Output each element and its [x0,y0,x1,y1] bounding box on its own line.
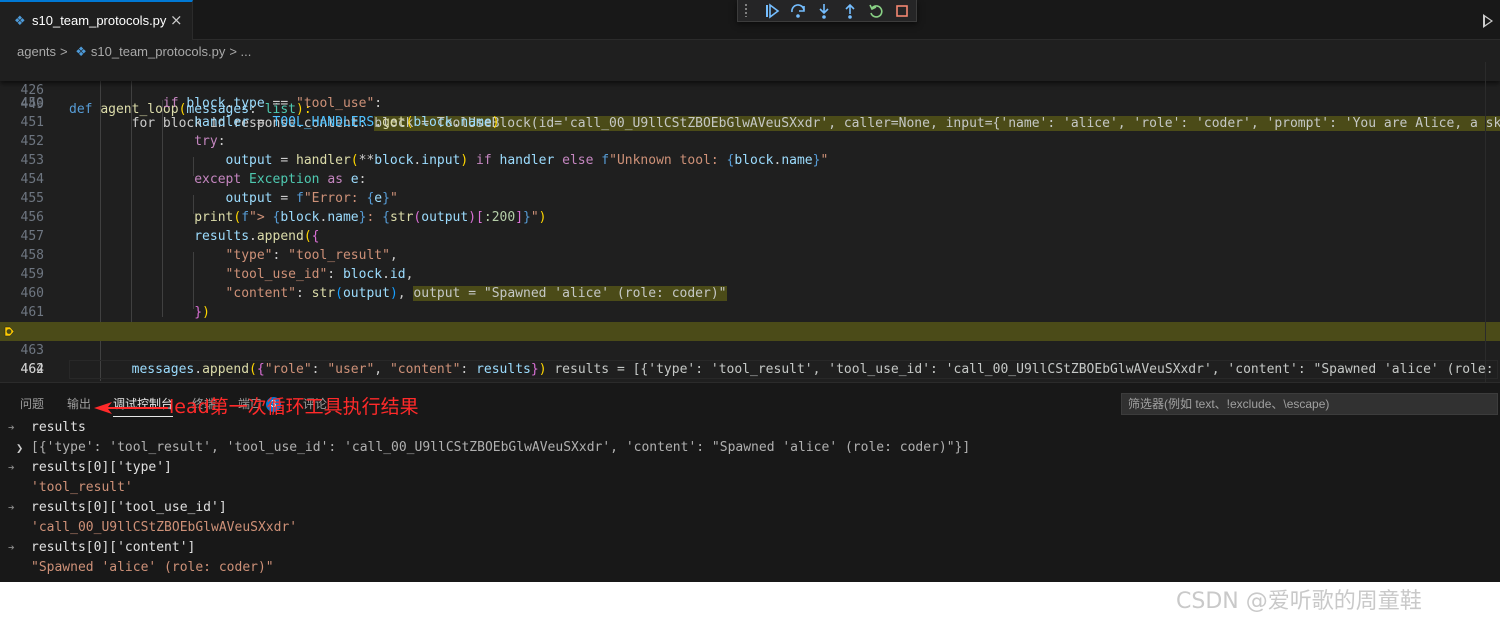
code-line-460[interactable]: 460 "content": str(output), output = "Sp… [0,284,1500,303]
line-number: 461 [20,305,44,320]
inline-value: output = "Spawned 'alice' (role: coder)" [413,286,727,301]
breadcrumb-folder[interactable]: agents [17,44,56,59]
drag-handle-icon[interactable] [744,3,748,17]
watermark: CSDN @爱听歌的周童鞋 [1176,589,1422,614]
code-line-464[interactable]: 464 [0,360,1500,379]
python-file-icon: ❖ [14,14,26,29]
code-line-457[interactable]: 457 results.append({ [0,227,1500,246]
line-number: 463 [20,343,44,358]
line-number: 456 [20,210,44,225]
line-number: 455 [20,191,44,206]
line-number: 453 [20,153,44,168]
line-number: 459 [20,267,44,282]
code-line-450[interactable]: 450 if block.type == "tool_use": [0,94,1500,113]
prompt-arrow-icon: ➔ [8,541,15,554]
line-number: 454 [20,172,44,187]
breakpoint-current-icon[interactable] [4,326,15,337]
line-number: 457 [20,229,44,244]
restart-icon[interactable] [868,3,884,19]
breadcrumb-file[interactable]: s10_team_protocols.py [91,44,225,59]
code-editor[interactable]: 449 for block in response.content: block… [0,62,1500,382]
code-line-463[interactable]: 463 [0,341,1500,360]
breadcrumb-tail[interactable]: > ... [229,44,251,59]
line-number: 452 [20,134,44,149]
bottom-panel: 问题 输出 调试控制台 终端 端口 3 评论 筛选器(例如 text、!exclu… [0,382,1500,582]
code-text: }) [194,305,210,320]
code-text: except Exception as e: [194,172,367,187]
code-line-451[interactable]: 451 handler = TOOL_HANDLERS.get(block.na… [0,113,1500,132]
code-line-453[interactable]: 453 output = handler(**block.input) if h… [0,151,1500,170]
run-file-icon[interactable] [1483,14,1493,28]
tab-problems[interactable]: 问题 [20,395,44,412]
code-text: try: [194,134,226,149]
chevron-right-icon[interactable]: ❯ [16,438,23,458]
tab-output[interactable]: 输出 [67,395,91,412]
line-number: 464 [20,362,44,377]
code-line-452[interactable]: 452 try: [0,132,1500,151]
code-text: handler = TOOL_HANDLERS.get(block.name) [194,115,500,130]
code-line-462-current[interactable]: 462 messages.append({"role": "user", "co… [0,322,1500,377]
breadcrumb: agents > ❖ s10_team_protocols.py > ... [17,44,255,60]
annotation-label: lead第一次循环工具执行结果 [169,396,419,418]
line-number: 450 [20,96,44,111]
prompt-arrow-icon: ➔ [8,421,15,434]
debug-toolbar [737,0,917,22]
code-text: "content": str(output), output = "Spawne… [225,286,727,301]
prompt-arrow-icon: ➔ [8,461,15,474]
code-text: "tool_use_id": block.id, [225,267,414,282]
prompt-arrow-icon: ➔ [8,501,15,514]
code-text: "type": "tool_result", [225,248,398,263]
code-text: output = f"Error: {e}" [225,191,398,206]
code-text: results.append({ [194,229,320,244]
tab-s10-team-protocols[interactable]: ❖ s10_team_protocols.py × [0,0,193,40]
close-icon[interactable]: × [170,11,183,29]
code-text: print(f"> {block.name}: {str(output)[:20… [194,210,547,225]
sticky-scroll-line[interactable]: 426 def agent_loop(messages: list): [0,62,1500,117]
breadcrumb-separator: > [60,44,68,59]
console-filter-input[interactable]: 筛选器(例如 text、!exclude、\escape) [1121,393,1498,415]
line-number: 458 [20,248,44,263]
tab-filename: s10_team_protocols.py [32,13,167,28]
step-out-icon[interactable] [842,3,858,19]
code-line-456[interactable]: 456 print(f"> {block.name}: {str(output)… [0,208,1500,227]
line-number: 460 [20,286,44,301]
red-arrow-icon [94,402,168,414]
editor-scrollbar[interactable] [1485,62,1498,382]
code-line-455[interactable]: 455 output = f"Error: {e}" [0,189,1500,208]
code-line-459[interactable]: 459 "tool_use_id": block.id, [0,265,1500,284]
code-text: output = handler(**block.input) if handl… [225,153,829,168]
code-line-454[interactable]: 454 except Exception as e: [0,170,1500,189]
code-line-461[interactable]: 461 }) [0,303,1500,322]
vscode-window: ❖ s10_team_protocols.py × agents > ❖ s10_t… [0,0,1500,582]
code-text: if block.type == "tool_use": [162,96,383,111]
step-into-icon[interactable] [816,3,832,19]
stop-icon[interactable] [894,3,910,19]
code-line-458[interactable]: 458 "type": "tool_result", [0,246,1500,265]
continue-icon[interactable] [764,3,780,19]
step-over-icon[interactable] [790,3,806,19]
python-file-icon: ❖ [75,44,87,59]
line-number: 451 [20,115,44,130]
